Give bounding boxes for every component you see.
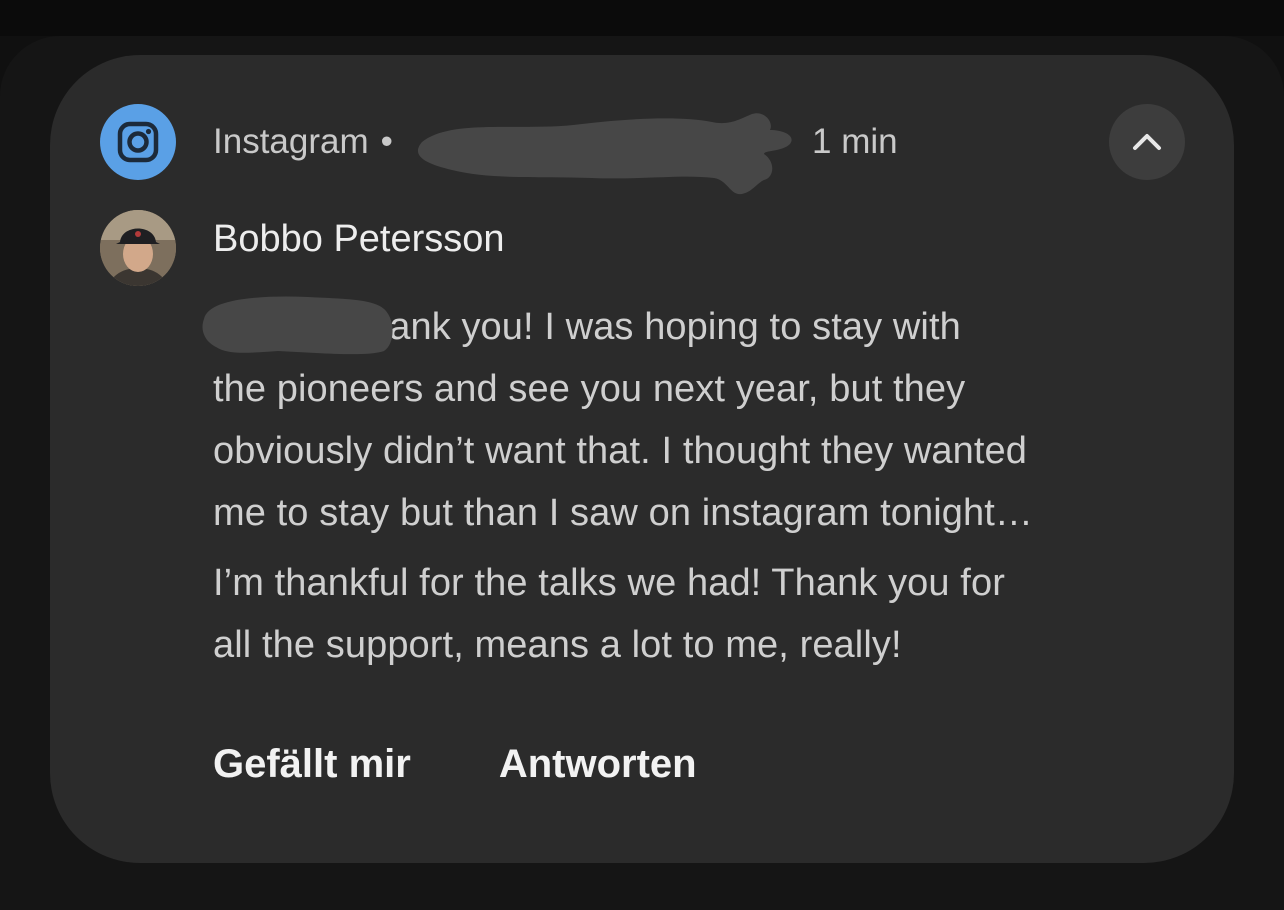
collapse-button[interactable] (1109, 104, 1185, 180)
app-name: Instagram (213, 122, 369, 161)
message-line: the pioneers and see you next year, but … (213, 368, 966, 410)
sender-name: Bobbo Petersson (213, 218, 505, 260)
notification-actions: Gefällt mir Antworten (213, 742, 697, 787)
like-button[interactable]: Gefällt mir (213, 742, 411, 787)
avatar (100, 210, 176, 286)
message-line: I’m thankful for the talks we had! Thank… (213, 562, 1005, 604)
status-bar-area (0, 0, 1284, 36)
chevron-up-icon (1133, 134, 1161, 150)
notification-time: 1 min (812, 122, 898, 161)
reply-button[interactable]: Antworten (499, 742, 697, 787)
redaction-scribble (202, 296, 393, 355)
notification-header: Instagram • (213, 118, 401, 166)
redaction-scribble (417, 113, 792, 195)
instagram-icon (100, 104, 176, 180)
message-line: all the support, means a lot to me, real… (213, 624, 902, 666)
message-line: me to stay but than I saw on instagram t… (213, 492, 1034, 534)
header-separator: • (380, 122, 393, 161)
message-line: obviously didn’t want that. I thought th… (213, 430, 1027, 472)
